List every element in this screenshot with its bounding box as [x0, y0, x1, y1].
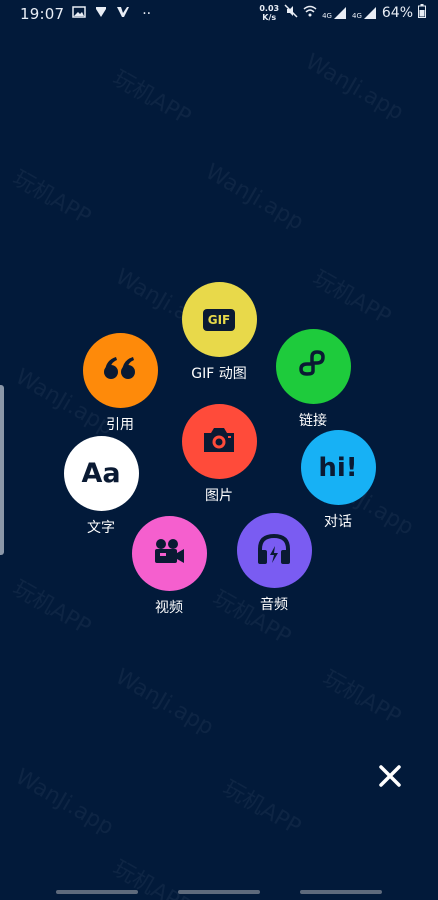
menu-item-quote[interactable]: 引用 [65, 333, 175, 434]
nav-recent-indicator[interactable] [56, 890, 138, 894]
wifi-icon [303, 4, 317, 22]
chat-icon: hi! [318, 452, 358, 483]
nav-home-indicator[interactable] [178, 890, 260, 894]
video-button[interactable] [131, 516, 207, 591]
watermark: WanJi.app [201, 159, 308, 236]
watermark: WanJi.app [11, 764, 118, 841]
video-camera-icon [151, 536, 187, 572]
gif-button[interactable]: GIF [181, 282, 257, 357]
link-label: 链接 [299, 413, 327, 429]
battery-percent: 64% [381, 5, 413, 21]
net-speed-value: 0.03 [259, 4, 280, 13]
battery-icon [418, 4, 426, 22]
signal-label: 4G [322, 12, 332, 20]
watermark: 玩机APP [108, 65, 195, 131]
net-speed-unit: K/s [262, 13, 277, 22]
watermark: 玩机APP [308, 265, 395, 331]
status-left: 19:07 ·· [20, 5, 151, 23]
menu-item-video[interactable]: 视频 [114, 516, 224, 617]
close-icon [378, 764, 402, 792]
quote-label: 引用 [106, 417, 134, 433]
watermark: 玩机APP [218, 775, 305, 841]
more-notifications-icon: ·· [142, 6, 152, 22]
menu-item-audio[interactable]: 音频 [219, 513, 329, 614]
watermark: WanJi.app [111, 664, 218, 741]
net-speed: 0.03 K/s [259, 4, 279, 22]
audio-label: 音频 [260, 597, 288, 613]
camera-icon [201, 425, 237, 459]
text-button[interactable]: Aa [63, 436, 139, 511]
vpn-icon [116, 5, 130, 23]
menu-item-image[interactable]: 图片 [164, 404, 274, 505]
quote-button[interactable] [82, 333, 158, 408]
quote-icon [102, 354, 138, 388]
watermark: 玩机APP [8, 165, 95, 231]
video-label: 视频 [155, 600, 183, 616]
link-icon [295, 347, 331, 387]
post-type-menu-screen: 玩机APP WanJi.app 玩机APP WanJi.app WanJi.ap… [0, 0, 438, 900]
text-icon: Aa [81, 458, 121, 489]
close-button[interactable] [372, 760, 408, 796]
mute-icon [284, 4, 298, 22]
headphones-icon [255, 532, 293, 570]
dialogue-button[interactable]: hi! [300, 430, 376, 505]
download-icon [94, 5, 108, 23]
gif-icon: GIF [202, 308, 236, 331]
watermark: WanJi.app [301, 49, 408, 126]
status-time: 19:07 [20, 5, 65, 23]
audio-button[interactable] [236, 513, 312, 588]
link-button[interactable] [275, 329, 351, 404]
gallery-icon [72, 5, 86, 23]
image-label: 图片 [205, 488, 233, 504]
watermark: 玩机APP [8, 575, 95, 641]
watermark: 玩机APP [318, 665, 405, 731]
signal-icon: 4G [352, 6, 377, 20]
edge-panel-handle[interactable] [0, 385, 4, 555]
status-bar: 19:07 ·· 0.03 K/s 4G 4G 64% [0, 0, 438, 28]
status-right: 0.03 K/s 4G 4G 64% [259, 4, 426, 22]
signal-label: 4G [351, 12, 362, 20]
image-button[interactable] [181, 404, 257, 479]
nav-back-indicator[interactable] [300, 890, 382, 894]
signal-icon: 4G [322, 6, 347, 20]
menu-item-link[interactable]: 链接 [258, 329, 368, 430]
